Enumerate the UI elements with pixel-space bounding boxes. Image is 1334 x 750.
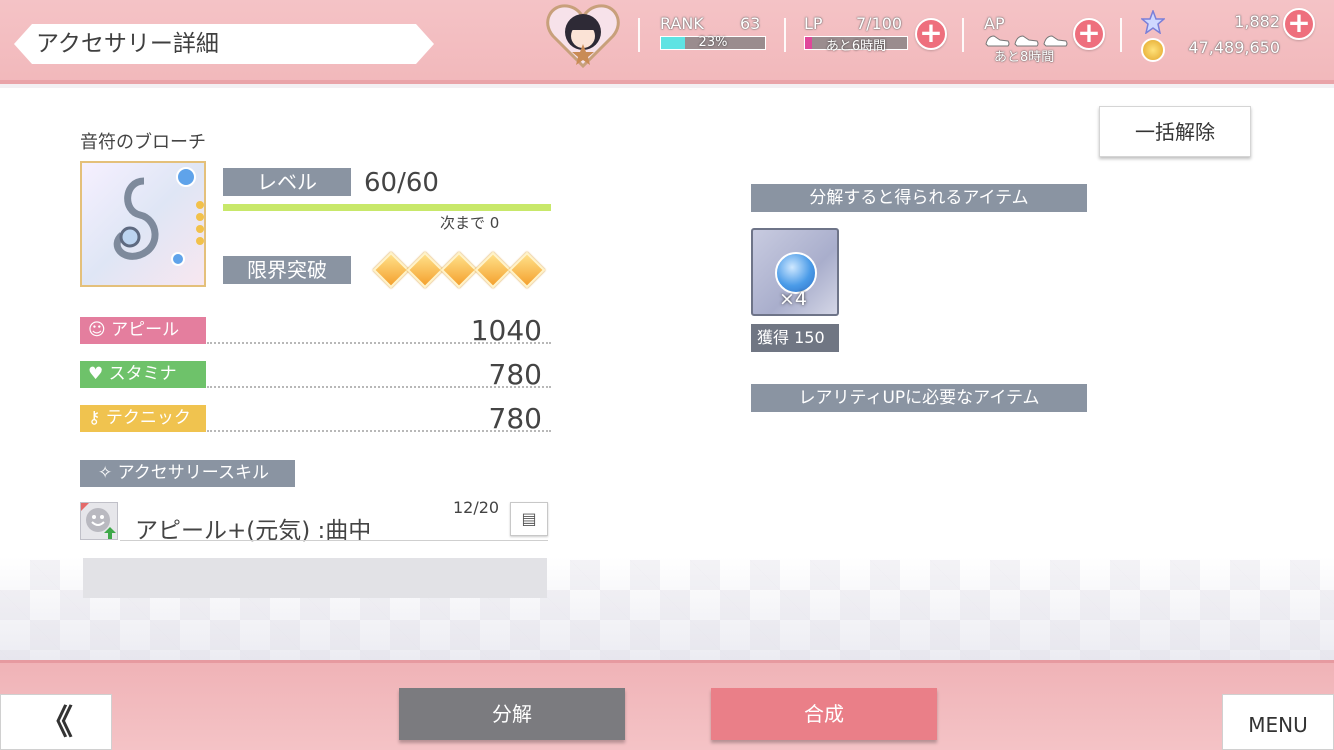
disassemble-items-header: 分解すると得られるアイテム [751, 184, 1087, 212]
avatar[interactable] [545, 2, 621, 70]
rank-progress-text: 23% [698, 35, 728, 50]
accessory-icon [80, 161, 206, 287]
ap-label: AP [984, 14, 1005, 33]
skill-divider [120, 540, 548, 541]
disassemble-item[interactable]: ×4 [751, 228, 839, 316]
gold-count: 47,489,650 [1188, 38, 1280, 57]
skill-level-count: 12/20 [453, 498, 500, 517]
lp-value: 7/100 [856, 14, 903, 33]
next-level-text: 次まで 0 [440, 214, 500, 232]
lp-add-button[interactable]: + [915, 18, 947, 50]
disassemble-button[interactable]: 分解 [399, 688, 625, 740]
release-all-button[interactable]: 一括解除 [1099, 106, 1251, 157]
stamina-value: 780 [488, 358, 542, 391]
gem-count: 1,882 [1234, 12, 1280, 31]
double-chevron-left-icon: 《 [39, 703, 73, 743]
technique-label: テクニック [105, 408, 191, 428]
appeal-stat-tag: ☺ アピール [80, 317, 206, 344]
hud-divider [638, 18, 640, 52]
key-icon: ⚷ [88, 408, 101, 428]
combine-button[interactable]: 合成 [711, 688, 937, 740]
ap-add-button[interactable]: + [1073, 18, 1105, 50]
accessory-skill-header: ✧ アクセサリースキル [80, 460, 295, 487]
sparkle-icon: ✧ [98, 463, 118, 483]
rank-label: RANK [660, 14, 704, 33]
heart-icon: ♥ [88, 364, 104, 384]
hud-divider [784, 18, 786, 52]
exp-bar [223, 204, 551, 211]
stamina-label: スタミナ [108, 364, 177, 384]
rank-progress-bar: 23% [660, 35, 766, 50]
rank-value: 63 [740, 14, 761, 33]
gem-add-button[interactable]: + [1283, 8, 1315, 40]
smile-icon: ☺ [88, 320, 106, 340]
ap-recover-text: あと8時間 [994, 50, 1055, 65]
lp-recover-text: あと6時間 [825, 39, 887, 54]
empty-skill-slot [83, 558, 547, 598]
limit-break-label: 限界突破 [223, 256, 351, 284]
accessory-skill-label: アクセサリースキル [117, 463, 269, 483]
speech-bubble-icon: ▤ [521, 509, 537, 528]
technique-value: 780 [488, 402, 542, 435]
level-label: レベル [223, 168, 351, 196]
technique-stat-tag: ⚷ テクニック [80, 405, 206, 432]
skill-info-button[interactable]: ▤ [510, 502, 548, 536]
appeal-label: アピール [111, 320, 180, 340]
accessory-name: 音符のブローチ [80, 132, 206, 153]
appeal-value: 1040 [470, 314, 542, 347]
gain-amount: 獲得 150 [751, 324, 839, 352]
bottom-bar [0, 660, 1334, 750]
hud-divider [962, 18, 964, 52]
back-button[interactable]: 《 [0, 694, 112, 750]
skill-smile-icon [80, 502, 118, 540]
menu-button[interactable]: MENU [1222, 694, 1334, 750]
stamina-stat-tag: ♥ スタミナ [80, 361, 206, 388]
lp-progress-bar: あと6時間 [804, 36, 908, 54]
hud-divider [1120, 18, 1122, 52]
rarity-up-items-header: レアリティUPに必要なアイテム [751, 384, 1087, 412]
page-title: アクセサリー詳細 [36, 31, 219, 57]
lp-label: LP [804, 14, 823, 33]
star-gem-icon [1139, 8, 1167, 35]
level-value: 60/60 [364, 168, 439, 198]
item-quantity: ×4 [779, 288, 808, 310]
